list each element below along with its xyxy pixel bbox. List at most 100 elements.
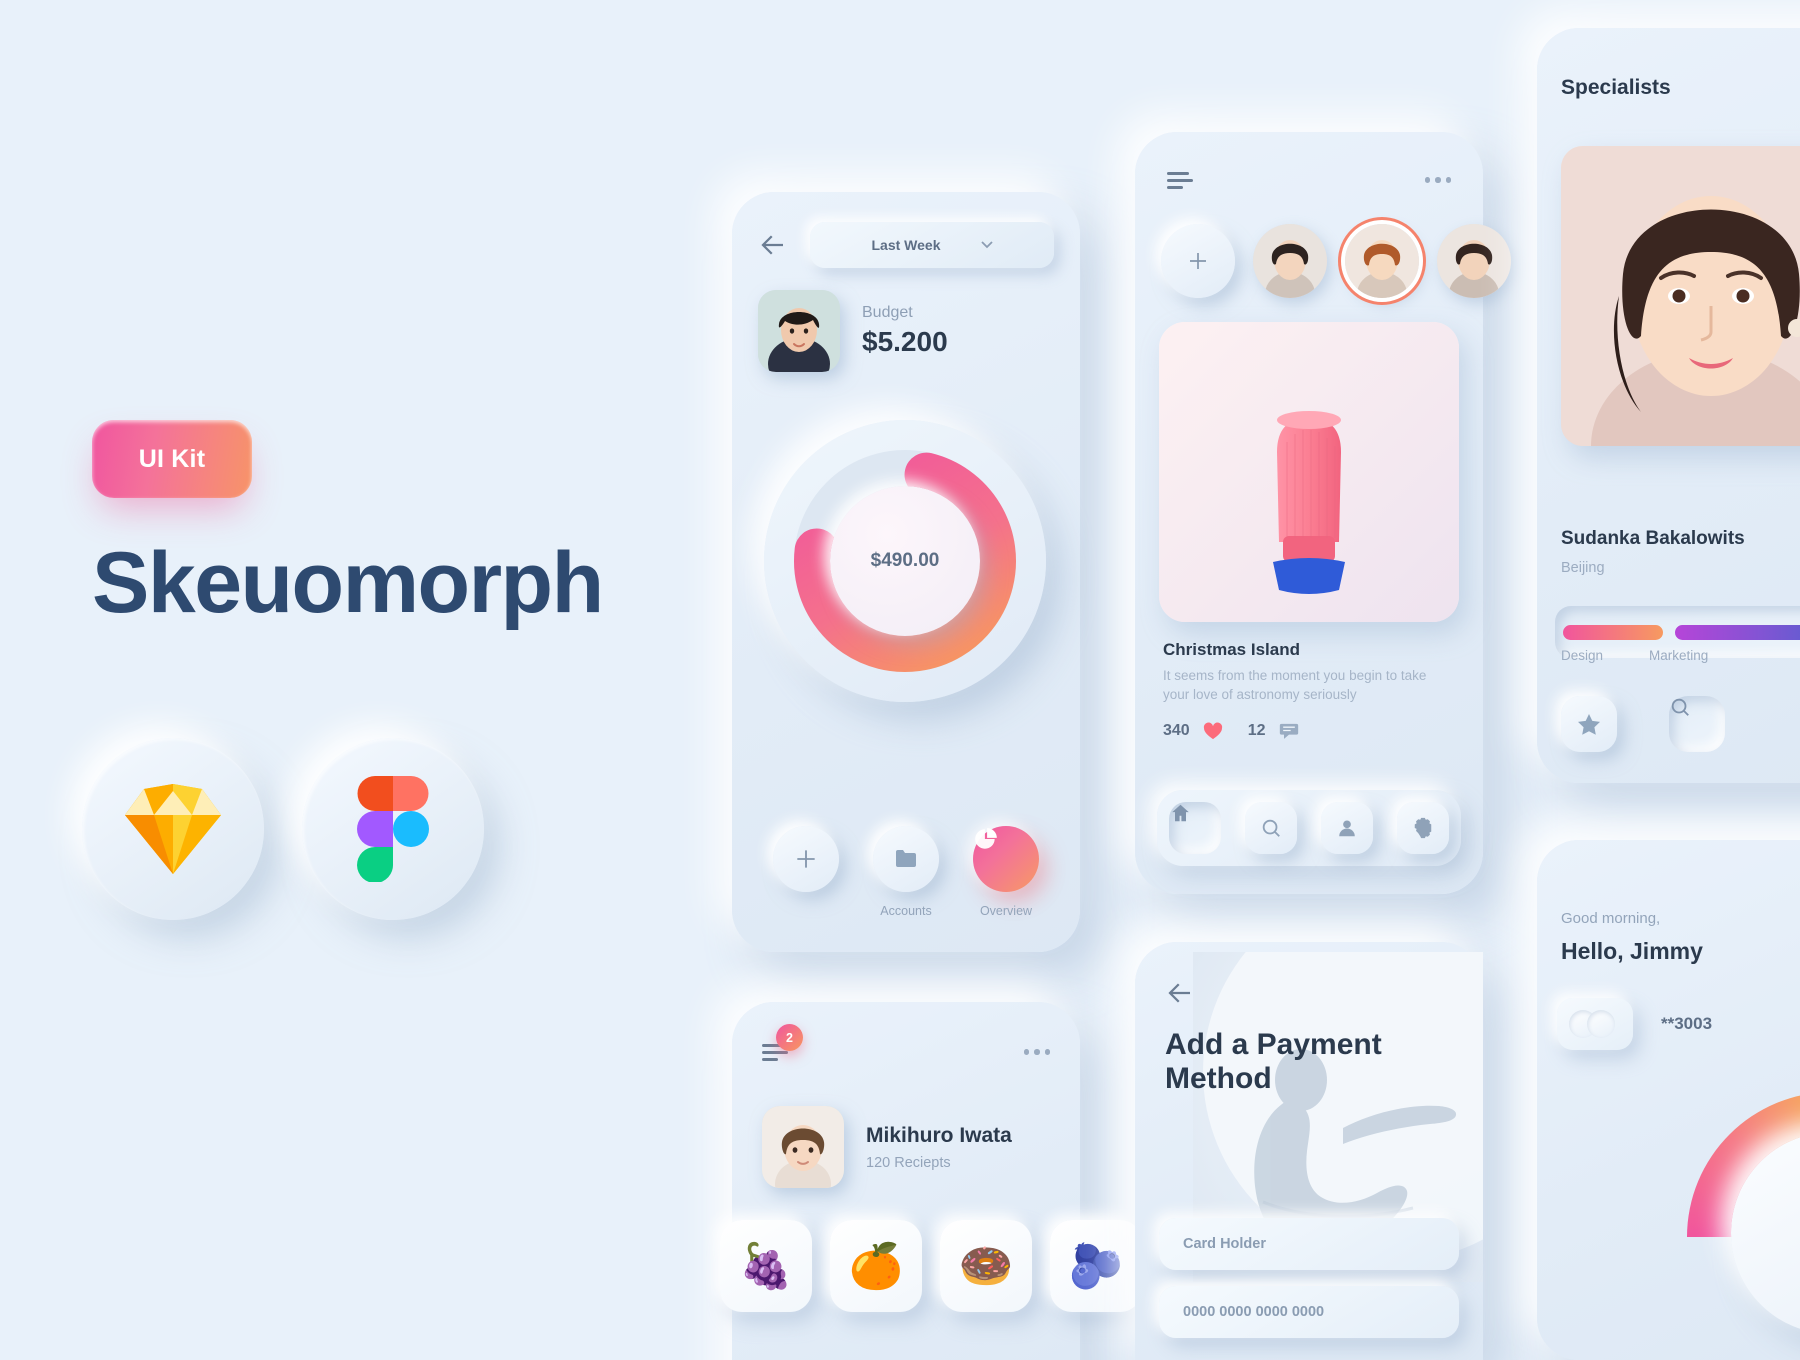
star-icon	[1578, 713, 1600, 735]
social-header	[1167, 170, 1451, 190]
skill-labels: Design Marketing	[1561, 648, 1708, 663]
figma-logo-button[interactable]	[302, 738, 484, 920]
page-title: Add a Payment Method	[1165, 1028, 1382, 1096]
person-icon	[1339, 820, 1355, 837]
nav-item-add[interactable]	[760, 826, 852, 904]
story-avatar[interactable]	[1253, 224, 1327, 298]
plus-icon	[797, 850, 815, 868]
nav-label-overview: Overview	[979, 904, 1033, 918]
budget-bottom-nav: Accounts Overview	[756, 826, 1056, 918]
post-title: Christmas Island	[1163, 640, 1300, 659]
tab-settings[interactable]	[1397, 802, 1449, 854]
add-story-button[interactable]	[1161, 224, 1235, 298]
likes-count: 340	[1163, 721, 1190, 739]
post-image[interactable]	[1159, 322, 1459, 622]
recipes-header: 2	[762, 1024, 1050, 1062]
list-item[interactable]: 🍩	[940, 1220, 1032, 1312]
budget-donut-chart: $490.00	[764, 420, 1046, 702]
skill-bar-marketing	[1675, 624, 1800, 640]
search-button[interactable]	[1669, 696, 1725, 752]
sketch-logo-icon	[125, 784, 221, 874]
tab-search[interactable]	[1245, 802, 1297, 854]
social-tabbar	[1157, 790, 1461, 866]
list-icon[interactable]	[1167, 170, 1193, 190]
balance-circle: $640 Balance	[1731, 1132, 1800, 1334]
greeting-text: Good morning,	[1561, 910, 1661, 927]
tab-profile[interactable]	[1321, 802, 1373, 854]
overview-button[interactable]	[973, 826, 1039, 892]
specialist-city: Beijing	[1561, 560, 1605, 576]
more-horizontal-icon[interactable]	[1023, 1049, 1050, 1055]
recipes-user: Mikihuro Iwata 120 Reciepts	[762, 1106, 1012, 1188]
folder-icon	[896, 850, 916, 867]
skill-label-design: Design	[1561, 648, 1604, 663]
mastercard-icon	[1557, 998, 1633, 1050]
donut-center-value: $490.00	[830, 486, 980, 636]
plus-button[interactable]	[773, 826, 839, 892]
food-glyph: 🍩	[958, 1242, 1014, 1291]
nav-item-accounts[interactable]: Accounts	[860, 826, 952, 918]
tab-home[interactable]	[1169, 802, 1221, 854]
panel-heading: Specialists	[1561, 76, 1671, 99]
card-number-field[interactable]: 0000 0000 0000 0000	[1159, 1286, 1459, 1338]
food-glyph: 🍇	[738, 1242, 794, 1291]
social-screen: Christmas Island It seems from the momen…	[1135, 132, 1511, 894]
story-avatar[interactable]	[1345, 224, 1419, 298]
heart-icon[interactable]	[1203, 721, 1223, 740]
more-horizontal-icon[interactable]	[1424, 177, 1451, 183]
food-glyph: 🫐	[1068, 1242, 1124, 1291]
budget-summary: Budget $5.200	[758, 290, 948, 372]
card-holder-field[interactable]: Card Holder	[1159, 1218, 1459, 1270]
comment-icon[interactable]	[1279, 721, 1299, 740]
food-glyph: 🍊	[848, 1242, 904, 1291]
hamburger-icon[interactable]: 2	[762, 1024, 803, 1062]
chevron-down-icon	[980, 241, 993, 249]
period-dropdown[interactable]: Last Week	[810, 222, 1054, 268]
list-item[interactable]: 🍇	[720, 1220, 812, 1312]
favorite-button[interactable]	[1561, 696, 1617, 752]
accounts-button[interactable]	[873, 826, 939, 892]
sketch-logo-button[interactable]	[82, 738, 264, 920]
ui-kit-badge: UI Kit	[92, 420, 252, 498]
pie-chart-icon	[975, 828, 997, 849]
avatar-portrait-icon	[1561, 146, 1800, 446]
budget-label: Budget	[862, 304, 913, 321]
avatar-portrait-icon	[762, 1106, 844, 1188]
specialist-photo[interactable]	[1561, 146, 1800, 446]
avatar	[758, 290, 840, 372]
card-number-placeholder: 0000 0000 0000 0000	[1183, 1304, 1325, 1320]
search-icon	[1262, 819, 1280, 837]
user-greeting: Hello, Jimmy	[1561, 938, 1703, 964]
card-holder-placeholder: Card Holder	[1183, 1236, 1266, 1252]
payment-screen: Add a Payment Method Card Holder 0000 00…	[1135, 882, 1583, 1360]
story-avatar[interactable]	[1437, 224, 1511, 298]
nav-item-overview[interactable]: Overview	[960, 826, 1052, 918]
vase-product-icon	[1159, 322, 1459, 622]
avatar-portrait-icon	[1437, 224, 1511, 298]
home-icon	[1172, 804, 1189, 822]
arrow-left-icon[interactable]	[1165, 978, 1195, 1008]
user-receipts: 120 Reciepts	[866, 1154, 951, 1171]
showcase-canvas: UI Kit Skeuomorph Last Week Budget $5.20…	[0, 0, 1800, 1360]
list-item[interactable]: 🍊	[830, 1220, 922, 1312]
budget-screen: Last Week Budget $5.200 $490.00 Accounts…	[732, 192, 1080, 952]
skill-label-marketing: Marketing	[1649, 648, 1709, 663]
period-label: Last Week	[871, 237, 941, 253]
specialist-name: Sudanka Bakalowits	[1561, 528, 1745, 549]
avatar	[762, 1106, 844, 1188]
wallet-panel: Good morning, Hello, Jimmy **3003 30 $64…	[1537, 840, 1800, 1360]
food-card-list[interactable]: 🍇 🍊 🍩 🫐 🍇	[720, 1220, 1252, 1312]
figma-logo-icon	[357, 776, 429, 882]
list-item[interactable]: 🫐	[1050, 1220, 1142, 1312]
notification-badge: 2	[776, 1024, 803, 1051]
story-list	[1161, 224, 1511, 298]
specialists-panel: Specialists Sudanka Bakalowits Beijing D…	[1537, 28, 1800, 783]
gear-icon	[1414, 817, 1432, 839]
arrow-left-icon[interactable]	[758, 230, 788, 260]
tool-logos	[82, 738, 484, 920]
recipes-screen: 2 Mikihuro Iwata 120 Reciepts 🍇 🍊 🍩 🫐	[720, 1002, 1252, 1360]
card-row[interactable]: **3003	[1557, 998, 1712, 1050]
user-name: Mikihuro Iwata	[866, 1123, 1012, 1147]
avatar-portrait-icon	[758, 290, 840, 372]
search-icon	[1671, 698, 1689, 716]
